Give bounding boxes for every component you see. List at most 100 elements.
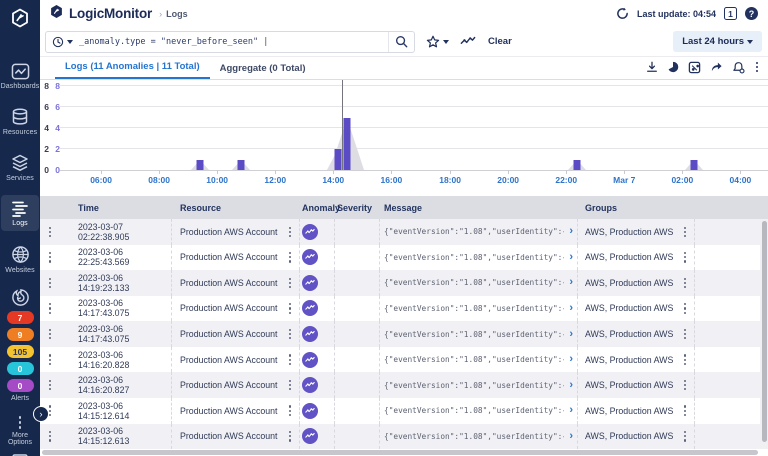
sidebar-item-resources[interactable]: Resources [1, 103, 39, 140]
alert-count-badge[interactable]: 0 [6, 362, 34, 375]
row-menu-icon[interactable] [682, 403, 688, 418]
row-menu-icon[interactable] [682, 429, 688, 444]
report-icon[interactable] [688, 61, 701, 74]
row-menu-icon[interactable] [47, 276, 53, 291]
row-menu-icon[interactable] [682, 225, 688, 240]
share-icon[interactable] [710, 61, 723, 73]
anomaly-badge-icon[interactable] [302, 274, 318, 291]
row-menu-icon[interactable] [682, 327, 688, 342]
search-input[interactable]: _anomaly.type = "never_before_seen" | [45, 30, 415, 53]
col-severity[interactable]: Severity [335, 203, 380, 213]
expand-message-icon[interactable]: › [569, 379, 573, 391]
saved-searches-star-icon[interactable] [426, 35, 449, 49]
row-menu-icon[interactable] [47, 225, 53, 240]
col-message[interactable]: Message [380, 203, 578, 213]
anomaly-badge-icon[interactable] [302, 377, 318, 394]
anomaly-badge-icon[interactable] [302, 428, 318, 445]
row-menu-icon[interactable] [682, 378, 688, 393]
row-menu-icon[interactable] [287, 250, 293, 265]
row-menu-icon[interactable] [287, 225, 293, 240]
alert-count-badge[interactable]: 105 [6, 345, 34, 358]
row-menu-icon[interactable] [47, 327, 53, 342]
col-anomaly[interactable]: Anomaly [300, 203, 340, 213]
add-to-dashboard-icon[interactable] [667, 61, 679, 73]
expand-message-icon[interactable]: › [569, 405, 573, 416]
table-row[interactable]: 2023-03-06 22:25:43.569 Production AWS Ac… [40, 244, 768, 271]
anomaly-bar[interactable] [343, 117, 351, 170]
horizontal-scrollbar-thumb[interactable] [42, 450, 758, 455]
row-menu-icon[interactable] [682, 276, 688, 291]
row-menu-icon[interactable] [287, 378, 293, 393]
more-options-icon[interactable] [18, 416, 22, 429]
table-row[interactable]: 2023-03-06 14:19:23.133 Production AWS Ac… [40, 270, 768, 296]
anomaly-badge-icon[interactable] [302, 402, 318, 419]
table-row[interactable]: 2023-03-06 14:15:12.614 Production AWS Ac… [40, 397, 768, 424]
expand-message-icon[interactable]: › [569, 277, 573, 288]
row-menu-icon[interactable] [287, 352, 293, 367]
row-menu-icon[interactable] [47, 250, 53, 265]
row-menu-icon[interactable] [47, 352, 53, 367]
anomaly-bar[interactable] [690, 159, 698, 170]
anomaly-bar[interactable] [334, 149, 342, 170]
help-icon[interactable]: ? [745, 7, 758, 20]
row-menu-icon[interactable] [287, 403, 293, 418]
row-menu-icon[interactable] [47, 429, 53, 444]
notification-badge[interactable]: 1 [724, 7, 737, 20]
time-range-dropdown[interactable]: Last 24 hours [673, 31, 762, 52]
clear-button[interactable]: Clear [488, 36, 512, 47]
table-row[interactable]: 2023-03-06 14:17:43.075 Production AWS Ac… [40, 295, 768, 322]
table-row[interactable]: 2023-03-06 14:16:20.828 Production AWS Ac… [40, 346, 768, 373]
expand-message-icon[interactable]: › [569, 251, 573, 263]
sidebar-item-websites[interactable]: Websites [1, 240, 39, 278]
logicmonitor-logo-icon[interactable] [8, 6, 32, 30]
row-menu-icon[interactable] [682, 352, 688, 367]
table-row[interactable]: 2023-03-06 14:15:12.613 Production AWS Ac… [40, 423, 768, 450]
row-menu-icon[interactable] [682, 301, 688, 316]
expand-message-icon[interactable]: › [569, 430, 573, 442]
row-menu-icon[interactable] [287, 429, 293, 444]
alert-count-badge[interactable]: 9 [6, 328, 34, 341]
row-menu-icon[interactable] [47, 301, 53, 316]
alert-count-badge[interactable]: 7 [6, 311, 34, 324]
row-menu-icon[interactable] [287, 276, 293, 291]
alert-count-badge[interactable]: 0 [6, 379, 34, 392]
search-icon[interactable] [388, 31, 408, 52]
table-row[interactable]: 2023-03-07 02:22:38.905 Production AWS Ac… [40, 219, 768, 245]
table-row[interactable]: 2023-03-06 14:16:20.827 Production AWS Ac… [40, 372, 768, 398]
col-time[interactable]: Time [60, 203, 172, 213]
anomaly-badge-icon[interactable] [302, 249, 318, 266]
anomaly-badge-icon[interactable] [302, 326, 318, 343]
alerts-icon[interactable] [11, 288, 30, 307]
expand-message-icon[interactable]: › [569, 302, 573, 314]
table-row[interactable]: 2023-03-06 14:17:43.075 Production AWS Ac… [40, 321, 768, 347]
expand-message-icon[interactable]: › [569, 328, 573, 340]
anomaly-bar[interactable] [573, 159, 581, 170]
anomaly-badge-icon[interactable] [302, 351, 318, 368]
tab-aggregate[interactable]: Aggregate (0 Total) [210, 59, 316, 79]
sidebar-item-dashboards[interactable]: Dashboards [1, 58, 39, 94]
expand-message-icon[interactable]: › [569, 226, 573, 237]
search-history-icon[interactable] [52, 36, 73, 48]
anomaly-bar[interactable] [196, 159, 204, 170]
brand[interactable]: LogicMonitor [48, 3, 152, 25]
alert-settings-icon[interactable] [732, 61, 745, 74]
vertical-scrollbar-thumb[interactable] [761, 221, 767, 442]
row-menu-icon[interactable] [287, 301, 293, 316]
row-menu-icon[interactable] [47, 378, 53, 393]
expand-message-icon[interactable]: › [569, 354, 573, 365]
col-resource[interactable]: Resource [172, 203, 300, 213]
anomaly-badge-icon[interactable] [302, 300, 318, 317]
col-groups[interactable]: Groups [578, 203, 695, 213]
sidebar-item-services[interactable]: Services [1, 149, 39, 186]
anomaly-filter-icon[interactable] [460, 35, 476, 48]
row-menu-icon[interactable] [287, 327, 293, 342]
anomaly-bar[interactable] [237, 159, 245, 170]
row-menu-icon[interactable] [682, 250, 688, 265]
tab-logs[interactable]: Logs (11 Anomalies | 11 Total) [55, 57, 210, 79]
sidebar-item-logs[interactable]: Logs [1, 195, 39, 231]
anomaly-badge-icon[interactable] [302, 223, 318, 240]
more-menu-icon[interactable] [754, 60, 760, 74]
download-icon[interactable] [646, 61, 658, 73]
sidebar-expand-button[interactable]: › [33, 406, 49, 422]
refresh-icon[interactable] [616, 7, 629, 20]
